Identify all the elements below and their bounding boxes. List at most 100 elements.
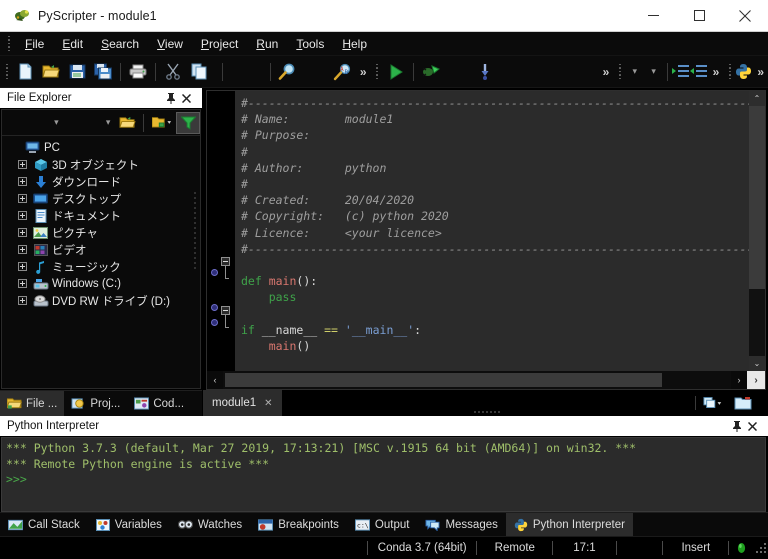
- scroll-right-button[interactable]: ›: [731, 371, 747, 389]
- code-view[interactable]: #---------------------------------------…: [235, 91, 749, 371]
- scrollbar-corner-button[interactable]: ›: [747, 371, 765, 389]
- tree-item-documents[interactable]: ドキュメント: [6, 207, 200, 224]
- new-file-icon[interactable]: [12, 59, 38, 85]
- menu-project[interactable]: Project: [192, 34, 247, 54]
- resize-grip[interactable]: [754, 541, 767, 555]
- menu-help[interactable]: Help: [333, 34, 376, 54]
- find-icon[interactable]: [275, 59, 301, 85]
- print-icon[interactable]: [125, 59, 151, 85]
- tree-expander[interactable]: [14, 194, 31, 203]
- tree-expander[interactable]: [14, 160, 31, 169]
- save-file-icon[interactable]: [64, 59, 90, 85]
- toolbar-grip-edit[interactable]: [617, 63, 622, 80]
- tree-expander[interactable]: [14, 296, 31, 305]
- explorer-history-forward[interactable]: ▾: [64, 113, 116, 133]
- tab-code-explorer[interactable]: Cod...: [127, 391, 191, 416]
- new-module-icon[interactable]: [728, 390, 758, 416]
- tree-expander[interactable]: [14, 211, 31, 220]
- step-into-icon[interactable]: [472, 59, 498, 85]
- open-file-icon[interactable]: [38, 59, 64, 85]
- tab-project-explorer[interactable]: Proj...: [64, 391, 127, 416]
- tab-output[interactable]: c:\ Output: [347, 513, 418, 536]
- status-engine-mode[interactable]: Remote: [477, 537, 552, 559]
- tab-call-stack[interactable]: Call Stack: [0, 513, 88, 536]
- menu-search[interactable]: Search: [92, 34, 148, 54]
- menu-tools[interactable]: Tools: [287, 34, 333, 54]
- status-insert-mode[interactable]: Insert: [663, 537, 728, 559]
- horizontal-scroll-thumb[interactable]: [225, 373, 662, 387]
- tree-expander[interactable]: [14, 177, 31, 186]
- tab-messages[interactable]: Messages: [417, 513, 505, 536]
- tree-item-dvd-drive-d[interactable]: DVD RW ドライブ (D:): [6, 292, 200, 309]
- file-explorer-tree[interactable]: PC 3D オブジェクト ダウンロード デスクトップ ドキュメント ピクチャ ビ…: [2, 136, 200, 388]
- toolbar-grip-python[interactable]: [727, 63, 732, 80]
- tab-breakpoints[interactable]: Breakpoints: [250, 513, 347, 536]
- debug-icon[interactable]: [418, 59, 444, 85]
- close-icon[interactable]: ✕: [264, 398, 272, 409]
- python-interpreter-output[interactable]: *** Python 3.7.3 (default, Mar 27 2019, …: [1, 437, 766, 512]
- cut-icon[interactable]: [160, 59, 186, 85]
- indent-icon[interactable]: [671, 59, 690, 85]
- breakpoint-marker[interactable]: [211, 319, 218, 326]
- pin-icon[interactable]: [166, 92, 182, 104]
- tree-item-3d-objects[interactable]: 3D オブジェクト: [6, 156, 200, 173]
- replace-icon[interactable]: AB: [329, 59, 355, 85]
- menu-bar-grip[interactable]: [4, 35, 13, 52]
- editor-gutter[interactable]: [207, 91, 235, 371]
- horizontal-scroll-track[interactable]: [223, 371, 731, 389]
- editor-horizontal-scrollbar[interactable]: ‹ › ›: [207, 371, 765, 389]
- vertical-scroll-thumb[interactable]: [749, 106, 765, 289]
- close-icon[interactable]: [182, 93, 198, 103]
- tab-python-interpreter[interactable]: Python Interpreter: [505, 513, 633, 536]
- vertical-scroll-track[interactable]: [749, 106, 765, 356]
- tab-file-explorer[interactable]: File ...: [0, 391, 65, 416]
- maximize-button[interactable]: [676, 0, 722, 31]
- toolbar-grip-file[interactable]: [4, 63, 9, 80]
- file-explorer-scrollbar[interactable]: [192, 192, 198, 384]
- outdent-icon[interactable]: [689, 59, 708, 85]
- menu-edit[interactable]: Edit: [53, 34, 92, 54]
- explorer-history-back[interactable]: ▾: [4, 113, 64, 133]
- toolbar-overflow-python[interactable]: »: [752, 65, 768, 79]
- python-engine-icon[interactable]: [735, 59, 752, 85]
- menu-run[interactable]: Run: [247, 34, 287, 54]
- scroll-up-button[interactable]: ⌃: [749, 91, 765, 106]
- scroll-left-button[interactable]: ‹: [207, 371, 223, 389]
- menu-file[interactable]: File: [16, 34, 53, 54]
- tree-item-music[interactable]: ミュージック: [6, 258, 200, 275]
- tree-item-downloads[interactable]: ダウンロード: [6, 173, 200, 190]
- tree-expander[interactable]: [14, 262, 31, 271]
- toolbar-overflow-edit[interactable]: »: [708, 65, 724, 79]
- fold-marker-if-main[interactable]: [221, 306, 230, 315]
- close-button[interactable]: [722, 0, 768, 31]
- toolbar-dropdown-2[interactable]: ▾: [644, 60, 663, 84]
- status-python-version[interactable]: Conda 3.7 (64bit): [368, 537, 476, 559]
- scroll-down-button[interactable]: ⌄: [749, 356, 765, 371]
- tab-list-icon[interactable]: [698, 390, 728, 416]
- browse-path-icon[interactable]: [148, 112, 176, 134]
- editor-vertical-scrollbar[interactable]: ⌃ ⌄: [749, 91, 765, 371]
- tree-expander[interactable]: [14, 228, 31, 237]
- menu-view[interactable]: View: [148, 34, 192, 54]
- tree-item-pictures[interactable]: ピクチャ: [6, 224, 200, 241]
- run-icon[interactable]: [383, 59, 409, 85]
- tree-item-pc[interactable]: PC: [6, 139, 200, 156]
- tree-expander[interactable]: [14, 279, 31, 288]
- breakpoint-marker[interactable]: [211, 269, 218, 276]
- open-folder-icon[interactable]: [115, 112, 139, 134]
- tree-item-videos[interactable]: ビデオ: [6, 241, 200, 258]
- toolbar-overflow-search[interactable]: »: [355, 65, 371, 79]
- tree-expander[interactable]: [14, 245, 31, 254]
- toolbar-dropdown-1[interactable]: ▾: [625, 60, 644, 84]
- editor-tab-module1[interactable]: module1 ✕: [203, 390, 282, 416]
- minimize-button[interactable]: [630, 0, 676, 31]
- tree-item-desktop[interactable]: デスクトップ: [6, 190, 200, 207]
- save-all-icon[interactable]: [90, 59, 116, 85]
- filter-icon[interactable]: [176, 111, 200, 134]
- toolbar-grip-run[interactable]: [375, 63, 380, 80]
- pin-icon[interactable]: [732, 420, 748, 432]
- breakpoint-marker[interactable]: [211, 304, 218, 311]
- copy-icon[interactable]: [186, 59, 212, 85]
- toolbar-overflow-run[interactable]: »: [598, 65, 614, 79]
- tab-variables[interactable]: Variables: [88, 513, 170, 536]
